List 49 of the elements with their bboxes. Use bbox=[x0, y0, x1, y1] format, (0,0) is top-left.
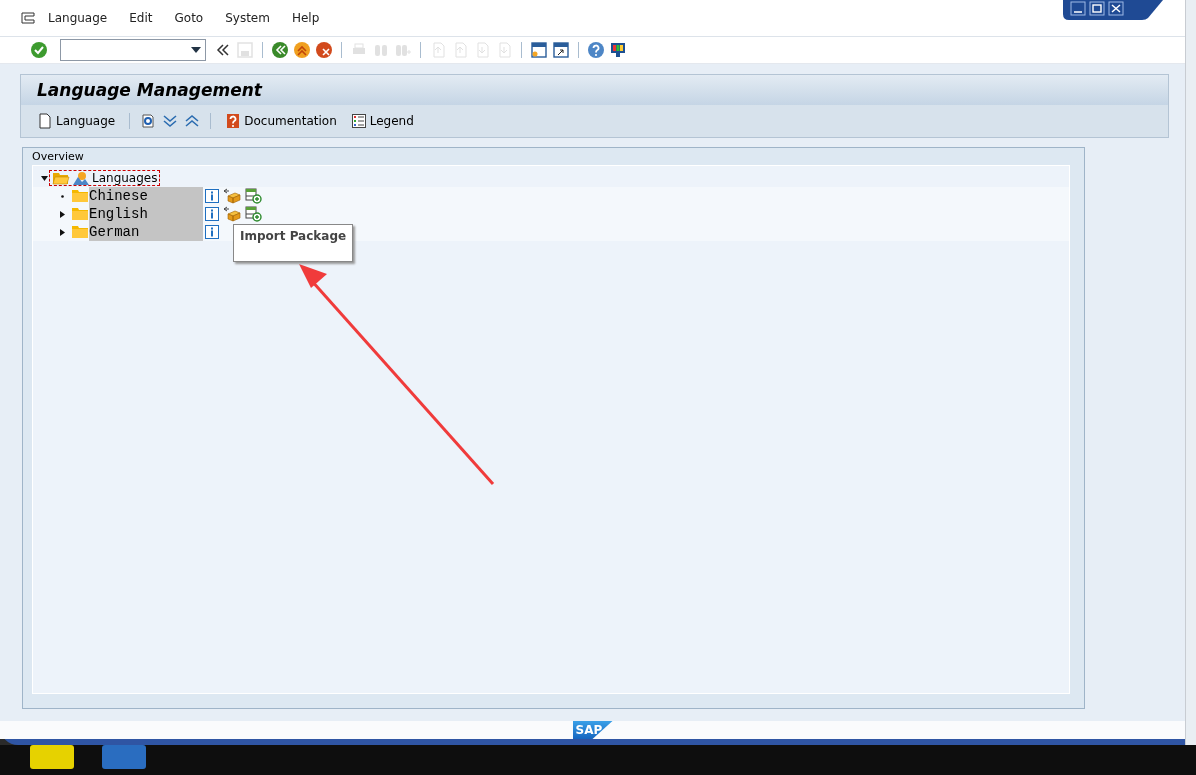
menu-item[interactable]: Goto bbox=[174, 11, 204, 25]
check-icon[interactable] bbox=[30, 41, 48, 59]
expand-arrow-icon[interactable] bbox=[58, 228, 66, 236]
expand-arrow-icon[interactable] bbox=[40, 174, 48, 182]
refresh-icon bbox=[140, 113, 157, 129]
expand-all-icon bbox=[162, 113, 179, 129]
mountain-icon bbox=[73, 171, 89, 185]
tooltip: Import Package bbox=[233, 224, 354, 262]
menu-icon[interactable] bbox=[20, 11, 36, 25]
package-icon[interactable] bbox=[223, 206, 241, 222]
menu-item[interactable]: System bbox=[225, 11, 270, 25]
tree-node[interactable]: German bbox=[89, 223, 203, 241]
info-icon[interactable] bbox=[205, 225, 219, 239]
legend-icon bbox=[350, 113, 367, 129]
toolbar-button[interactable]: Legend bbox=[346, 111, 418, 131]
folder-icon bbox=[52, 171, 70, 185]
cancel-icon[interactable] bbox=[315, 41, 333, 59]
info-icon[interactable] bbox=[205, 207, 219, 221]
menu-item[interactable]: Language bbox=[48, 11, 108, 25]
package-icon[interactable] bbox=[223, 188, 241, 204]
help-icon[interactable] bbox=[587, 41, 605, 59]
tree-node[interactable]: English bbox=[89, 205, 203, 223]
expand-arrow-icon[interactable] bbox=[58, 210, 66, 218]
new-window-icon[interactable] bbox=[530, 41, 548, 59]
command-field[interactable] bbox=[60, 39, 206, 61]
menu-item[interactable]: Edit bbox=[129, 11, 153, 25]
panel-title: Overview bbox=[32, 149, 85, 165]
logo: SAP bbox=[572, 721, 613, 739]
folder-icon bbox=[71, 189, 89, 203]
page-title: Language Management bbox=[21, 75, 1168, 105]
menu-item[interactable]: Help bbox=[291, 11, 320, 25]
window-controls[interactable] bbox=[1063, 0, 1163, 20]
add-list-icon[interactable] bbox=[245, 188, 262, 204]
dropdown-icon[interactable] bbox=[191, 47, 201, 53]
shortcut-window-icon[interactable] bbox=[552, 41, 570, 59]
exit-icon[interactable] bbox=[293, 41, 311, 59]
toolbar-button[interactable]: Documentation bbox=[221, 111, 341, 131]
info-icon[interactable] bbox=[205, 189, 219, 203]
help-book-icon bbox=[225, 113, 242, 129]
folder-icon bbox=[71, 207, 89, 221]
collapse-all-icon bbox=[184, 113, 201, 129]
back-icon[interactable] bbox=[271, 41, 289, 59]
folder-icon bbox=[71, 225, 89, 239]
document-icon bbox=[37, 113, 53, 129]
toolbar-button[interactable]: Language bbox=[33, 111, 120, 131]
tree-node[interactable]: Chinese bbox=[89, 187, 203, 205]
tree-node[interactable]: Languages bbox=[49, 170, 161, 186]
add-list-icon[interactable] bbox=[245, 206, 262, 222]
monitor-icon[interactable] bbox=[609, 41, 627, 59]
